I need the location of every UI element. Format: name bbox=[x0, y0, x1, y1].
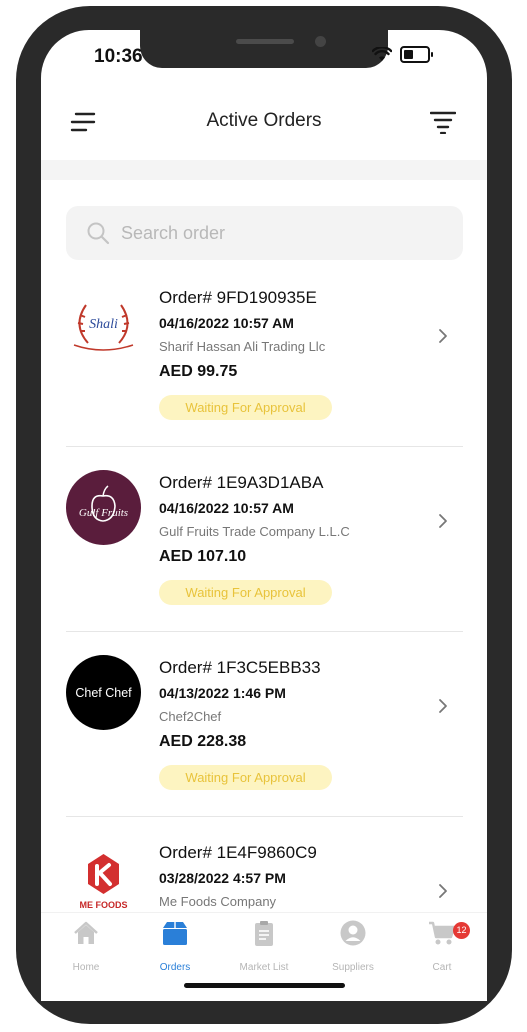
chef2chef-logo-text: Chef Chef bbox=[75, 686, 132, 700]
nav-cart[interactable]: 12 Cart bbox=[403, 919, 481, 973]
search-icon bbox=[87, 222, 110, 245]
divider bbox=[66, 446, 463, 447]
order-card[interactable]: Shali Order# 9FD190935E 04/16/2022 10:57… bbox=[41, 270, 487, 455]
camera bbox=[315, 36, 326, 47]
order-amount: AED 107.10 bbox=[159, 548, 247, 565]
status-icons bbox=[372, 46, 433, 63]
order-number: Order# 1E4F9860C9 bbox=[159, 843, 317, 862]
filter-icon[interactable] bbox=[430, 110, 456, 134]
status-badge: Waiting For Approval bbox=[159, 765, 332, 790]
order-amount: AED 228.38 bbox=[159, 733, 247, 750]
gulf-fruits-logo: Gulf Fruits bbox=[66, 470, 141, 545]
supplier-name: Sharif Hassan Ali Trading Llc bbox=[159, 339, 326, 354]
order-date: 04/16/2022 10:57 AM bbox=[159, 315, 294, 331]
shali-logo-text: Shali bbox=[89, 317, 118, 332]
order-card[interactable]: Chef Chef Order# 1F3C5EBB33 04/13/2022 1… bbox=[41, 640, 487, 825]
order-number: Order# 1F3C5EBB33 bbox=[159, 658, 321, 677]
gulf-fruits-logo-text: Gulf Fruits bbox=[79, 507, 128, 519]
chevron-right-icon bbox=[439, 884, 447, 898]
nav-market-list[interactable]: Market List bbox=[225, 919, 303, 973]
chef2chef-logo: Chef Chef bbox=[66, 655, 141, 730]
user-icon bbox=[340, 920, 366, 946]
header-divider bbox=[41, 160, 487, 180]
nav-suppliers[interactable]: Suppliers bbox=[314, 919, 392, 973]
order-number: Order# 1E9A3D1ABA bbox=[159, 473, 324, 492]
me-foods-logo-text: ME FOODS bbox=[79, 900, 127, 910]
status-badge: Waiting For Approval bbox=[159, 395, 332, 420]
chevron-right-icon bbox=[439, 329, 447, 343]
battery-icon bbox=[400, 46, 433, 63]
nav-cart-label: Cart bbox=[432, 962, 452, 973]
cart-count-badge: 12 bbox=[453, 922, 470, 939]
nav-home-label: Home bbox=[72, 962, 100, 973]
nav-orders[interactable]: Orders bbox=[136, 919, 214, 973]
page-title: Active Orders bbox=[206, 110, 322, 131]
order-date: 04/16/2022 10:57 AM bbox=[159, 500, 294, 516]
chevron-right-icon bbox=[439, 514, 447, 528]
notch bbox=[140, 30, 388, 68]
nav-market-list-label: Market List bbox=[239, 962, 289, 973]
supplier-name: Gulf Fruits Trade Company L.L.C bbox=[159, 524, 350, 539]
home-icon bbox=[74, 921, 98, 944]
status-badge: Waiting For Approval bbox=[159, 580, 332, 605]
order-amount: AED 99.75 bbox=[159, 363, 238, 380]
order-number: Order# 9FD190935E bbox=[159, 288, 317, 307]
supplier-name: Me Foods Company bbox=[159, 894, 277, 909]
nav-suppliers-label: Suppliers bbox=[332, 962, 374, 973]
order-card[interactable]: ME FOODS Order# 1E4F9860C9 03/28/2022 4:… bbox=[41, 825, 487, 912]
orders-list: Shali Order# 9FD190935E 04/16/2022 10:57… bbox=[41, 270, 487, 912]
divider bbox=[66, 631, 463, 632]
nav-orders-label: Orders bbox=[159, 962, 191, 973]
home-indicator bbox=[184, 983, 345, 988]
me-foods-logo: ME FOODS bbox=[66, 840, 141, 912]
wifi-icon bbox=[372, 47, 392, 61]
divider bbox=[66, 816, 463, 817]
status-time: 10:36 bbox=[94, 46, 143, 67]
search-bar[interactable] bbox=[66, 206, 463, 260]
cart-icon bbox=[429, 921, 456, 945]
nav-home[interactable]: Home bbox=[47, 919, 125, 973]
order-card[interactable]: Gulf Fruits Order# 1E9A3D1ABA 04/16/2022… bbox=[41, 455, 487, 640]
orders-box-icon bbox=[163, 922, 187, 945]
shali-logo: Shali bbox=[66, 285, 141, 360]
order-date: 03/28/2022 4:57 PM bbox=[159, 870, 286, 886]
speaker bbox=[236, 39, 294, 44]
order-date: 04/13/2022 1:46 PM bbox=[159, 685, 286, 701]
chevron-right-icon bbox=[439, 699, 447, 713]
search-input[interactable] bbox=[119, 221, 453, 245]
app-header: Active Orders bbox=[41, 90, 487, 158]
clipboard-icon bbox=[255, 921, 273, 946]
supplier-name: Chef2Chef bbox=[159, 709, 222, 724]
